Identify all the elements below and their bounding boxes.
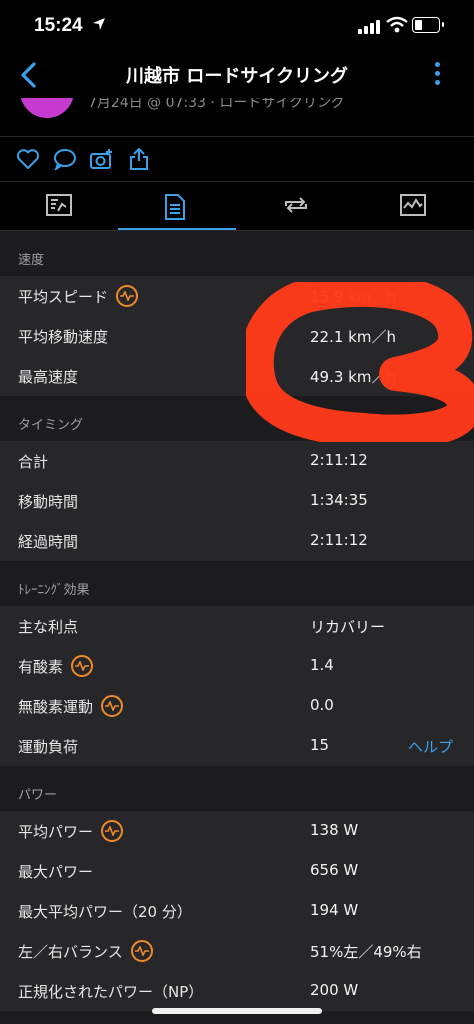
tab-charts[interactable] bbox=[354, 182, 472, 230]
tab-laps[interactable] bbox=[236, 182, 354, 230]
stat-value: 200 W bbox=[310, 981, 359, 999]
page-title: 川越市 ロードサイクリング bbox=[126, 66, 348, 87]
heartbeat-badge-icon[interactable] bbox=[101, 694, 124, 717]
section-header-speed: 速度 bbox=[0, 231, 474, 276]
nav-bar: 川越市 ロードサイクリング bbox=[0, 52, 474, 98]
stat-value: 2:11:12 bbox=[310, 451, 368, 469]
status-time: 15:24 bbox=[34, 15, 83, 36]
repeat-icon bbox=[285, 197, 307, 213]
stat-row-max-avg-power-20: 最大平均パワー（20 分） 194 W bbox=[0, 891, 474, 931]
comment-icon[interactable] bbox=[53, 148, 77, 170]
help-link[interactable]: ヘルプ bbox=[408, 736, 453, 757]
stat-row-max-speed: 最高速度 49.3 km／h bbox=[0, 356, 474, 396]
share-icon[interactable] bbox=[127, 148, 151, 170]
stat-row-avg-moving-speed: 平均移動速度 22.1 km／h bbox=[0, 316, 474, 356]
battery-tip bbox=[442, 22, 444, 27]
stat-value: 51%左／49%右 bbox=[310, 943, 422, 961]
stat-value: 1.4 bbox=[310, 656, 334, 674]
stat-row-normalized-power: 正規化されたパワー（NP） 200 W bbox=[0, 971, 474, 1011]
location-arrow-icon bbox=[93, 18, 105, 30]
stat-row-lr-balance: 左／右バランス 51%左／49%右 bbox=[0, 931, 474, 971]
section-header-power: パワー bbox=[0, 766, 474, 811]
status-bar: 15:24 bbox=[0, 0, 474, 52]
stat-row-anaerobic: 無酸素運動 0.0 bbox=[0, 686, 474, 726]
stat-value: 0.0 bbox=[310, 696, 334, 714]
stat-row-max-power: 最大パワー 656 W bbox=[0, 851, 474, 891]
stat-row-avg-speed: 平均スピード 15.9 km／h bbox=[0, 276, 474, 316]
stat-row-moving-time: 移動時間 1:34:35 bbox=[0, 481, 474, 521]
stat-row-total: 合計 2:11:12 bbox=[0, 441, 474, 481]
heartbeat-badge-icon[interactable] bbox=[71, 654, 94, 677]
battery-icon bbox=[412, 17, 440, 33]
activity-header: 7月24日 @ 07:33 · ロードサイクリング bbox=[0, 98, 474, 137]
heartbeat-badge-icon[interactable] bbox=[116, 284, 139, 307]
activity-subtitle: 7月24日 @ 07:33 · ロードサイクリング bbox=[88, 98, 346, 111]
stat-row-elapsed-time: 経過時間 2:11:12 bbox=[0, 521, 474, 561]
stat-value: 2:11:12 bbox=[310, 531, 368, 549]
stat-value: 656 W bbox=[310, 861, 359, 879]
section-header-training: ﾄﾚｰﾆﾝｸﾞ効果 bbox=[0, 561, 474, 606]
action-bar bbox=[0, 137, 474, 182]
stat-value: リカバリー bbox=[310, 618, 386, 636]
chart-icon bbox=[400, 194, 426, 216]
stat-row-primary-benefit: 主な利点 リカバリー bbox=[0, 606, 474, 646]
tab-bar bbox=[0, 182, 474, 231]
stat-value: 15 bbox=[310, 736, 330, 754]
section-header-timing: タイミング bbox=[0, 396, 474, 441]
map-summary-icon bbox=[46, 194, 72, 216]
stat-row-aerobic: 有酸素 1.4 bbox=[0, 646, 474, 686]
heartbeat-badge-icon[interactable] bbox=[101, 819, 124, 842]
stat-row-training-load: 運動負荷 15 ヘルプ bbox=[0, 726, 474, 766]
stats-list: 速度 平均スピード 15.9 km／h 平均移動速度 22.1 km／h 最高速… bbox=[0, 231, 474, 1011]
avatar[interactable] bbox=[20, 98, 74, 118]
wifi-icon bbox=[386, 16, 408, 33]
stat-value: 49.3 km／h bbox=[310, 368, 396, 386]
tab-overview[interactable] bbox=[0, 182, 118, 230]
stat-value: 15.9 km／h bbox=[310, 288, 396, 306]
stat-value: 138 W bbox=[310, 821, 359, 839]
document-icon bbox=[165, 194, 185, 220]
stat-value: 22.1 km／h bbox=[310, 328, 396, 346]
stat-value: 194 W bbox=[310, 901, 359, 919]
tab-stats[interactable] bbox=[118, 182, 236, 230]
home-indicator bbox=[152, 1008, 322, 1014]
add-photo-icon[interactable] bbox=[90, 148, 114, 170]
stat-row-avg-power: 平均パワー 138 W bbox=[0, 811, 474, 851]
more-menu-icon[interactable] bbox=[432, 62, 442, 90]
cellular-signal-icon bbox=[358, 20, 380, 34]
stat-value: 1:34:35 bbox=[310, 491, 368, 509]
heart-icon[interactable] bbox=[16, 148, 40, 170]
heartbeat-badge-icon[interactable] bbox=[130, 939, 153, 962]
